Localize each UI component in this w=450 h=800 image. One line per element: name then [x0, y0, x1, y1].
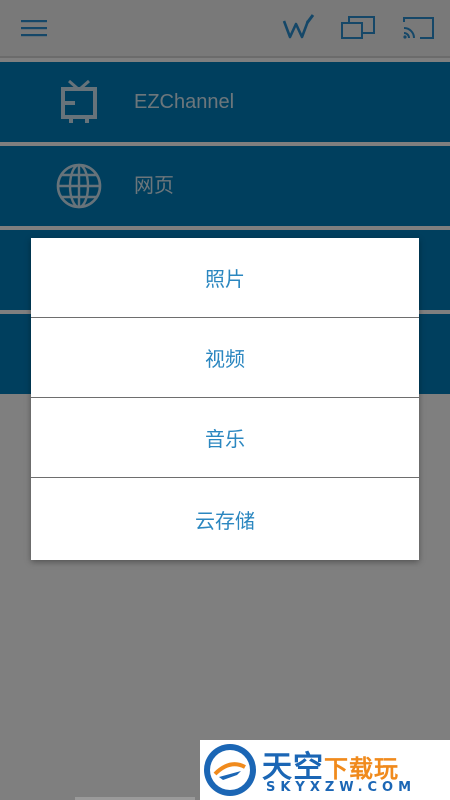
media-source-dialog: 照片 视频 音乐 云存储: [31, 238, 419, 560]
option-photos[interactable]: 照片: [31, 238, 419, 318]
airplane-logo-icon: [204, 744, 256, 796]
option-cloud-storage[interactable]: 云存储: [31, 478, 419, 560]
option-music[interactable]: 音乐: [31, 398, 419, 478]
watermark-title-accent: 下载玩: [324, 755, 399, 783]
watermark-banner: 天空下载玩 SKYXZW.COM: [200, 740, 450, 800]
watermark-subtitle: SKYXZW.COM: [266, 780, 417, 795]
option-videos[interactable]: 视频: [31, 318, 419, 398]
